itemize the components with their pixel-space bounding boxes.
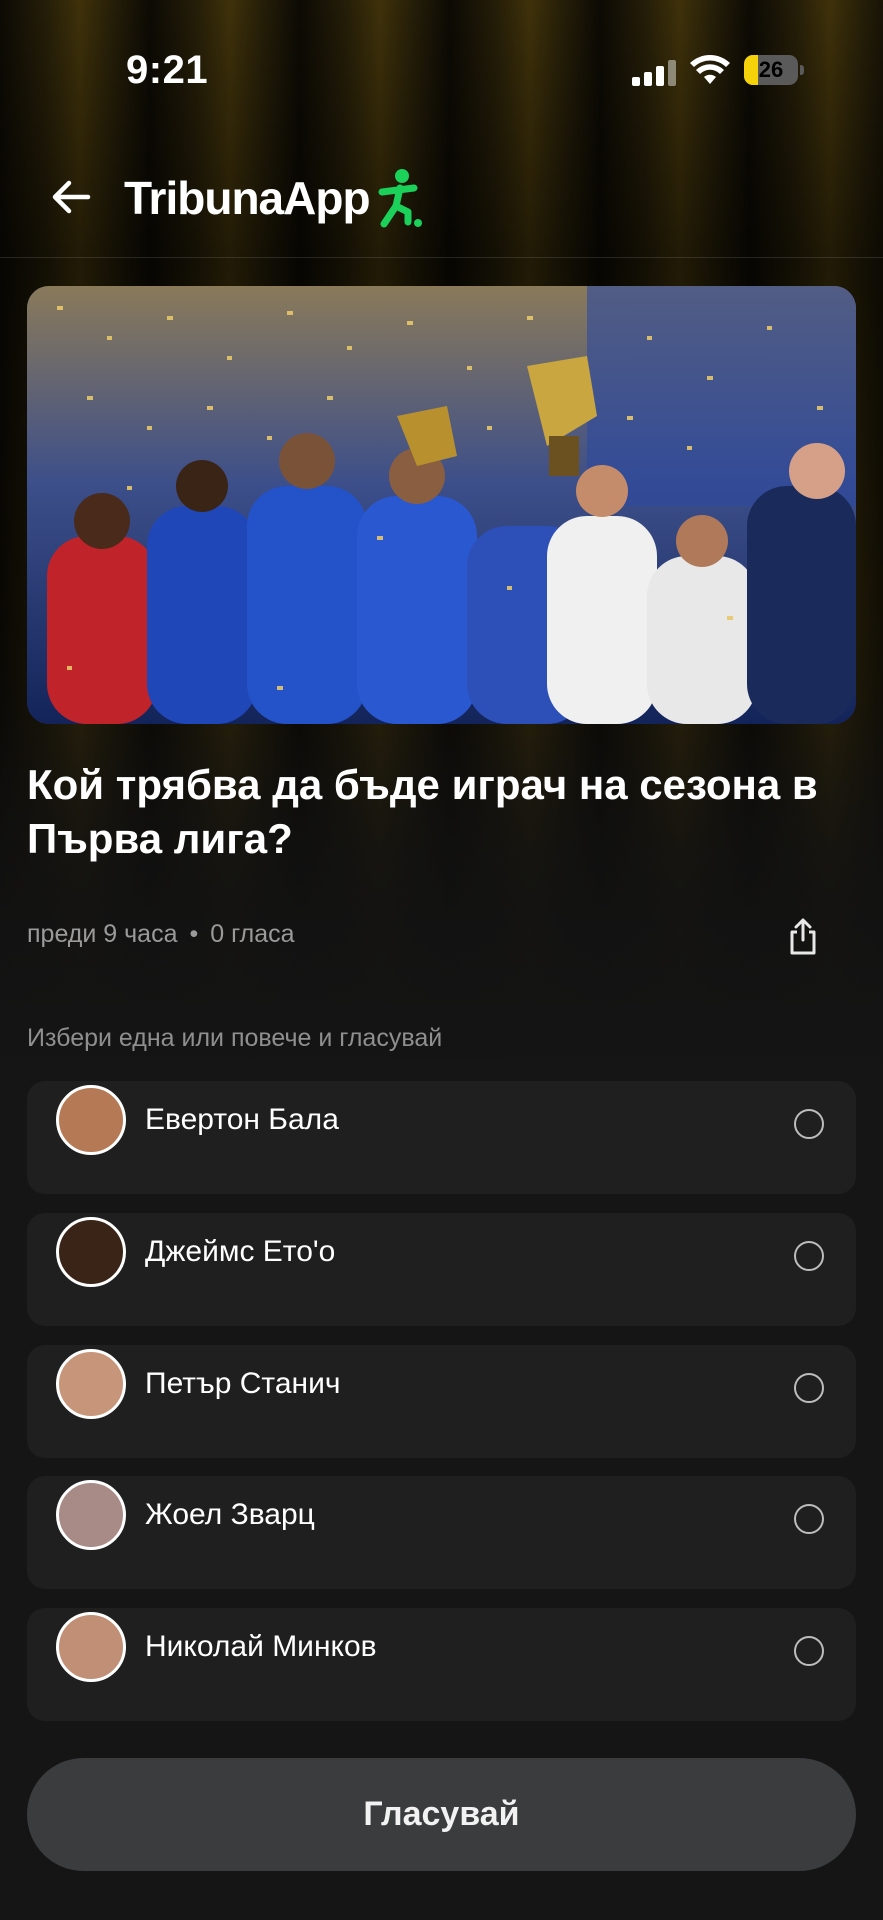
article-image (27, 286, 856, 724)
article-title: Кой трябва да бъде играч на сезона в Пър… (27, 761, 818, 862)
radio-button[interactable] (794, 1373, 824, 1403)
app-header: TribunaApp (0, 150, 883, 258)
option-label: Жоел Зварц (145, 1498, 315, 1531)
article-time: преди 9 часа (27, 920, 178, 948)
radio-button[interactable] (794, 1241, 824, 1271)
avatar (56, 1612, 126, 1682)
poll-option[interactable]: Джеймс Ето'о (27, 1213, 856, 1326)
poll-option[interactable]: Евертон Бала (27, 1081, 856, 1194)
app-logo: TribunaApp (124, 166, 422, 230)
vote-button[interactable]: Гласувай (27, 1758, 856, 1871)
battery-level: 26 (758, 57, 784, 82)
option-label: Петър Станич (145, 1367, 341, 1400)
logo-text: TribunaApp (124, 172, 371, 224)
article-meta: преди 9 часа • 0 гласа (27, 920, 295, 949)
status-time: 9:21 (126, 48, 209, 92)
share-icon[interactable] (786, 916, 820, 956)
radio-button[interactable] (794, 1636, 824, 1666)
poll-instruction: Избери една или повече и гласувай (27, 1024, 443, 1052)
battery-icon: 26 (744, 55, 804, 85)
option-label: Евертон Бала (145, 1103, 339, 1136)
option-label: Николай Минков (145, 1630, 377, 1663)
avatar (56, 1085, 126, 1155)
option-label: Джеймс Ето'о (145, 1235, 336, 1268)
vote-count: 0 гласа (210, 920, 295, 948)
signal-icon (632, 60, 676, 86)
poll-option[interactable]: Жоел Зварц (27, 1476, 856, 1589)
radio-button[interactable] (794, 1109, 824, 1139)
avatar (56, 1217, 126, 1287)
poll-option[interactable]: Николай Минков (27, 1608, 856, 1721)
wifi-icon (690, 55, 730, 84)
avatar (56, 1349, 126, 1419)
arrow-left-icon[interactable] (44, 170, 98, 224)
running-person-icon (378, 169, 422, 228)
meta-separator: • (189, 920, 199, 948)
radio-button[interactable] (794, 1504, 824, 1534)
avatar (56, 1480, 126, 1550)
poll-option[interactable]: Петър Станич (27, 1345, 856, 1458)
status-bar: 9:21 26 (0, 0, 883, 120)
